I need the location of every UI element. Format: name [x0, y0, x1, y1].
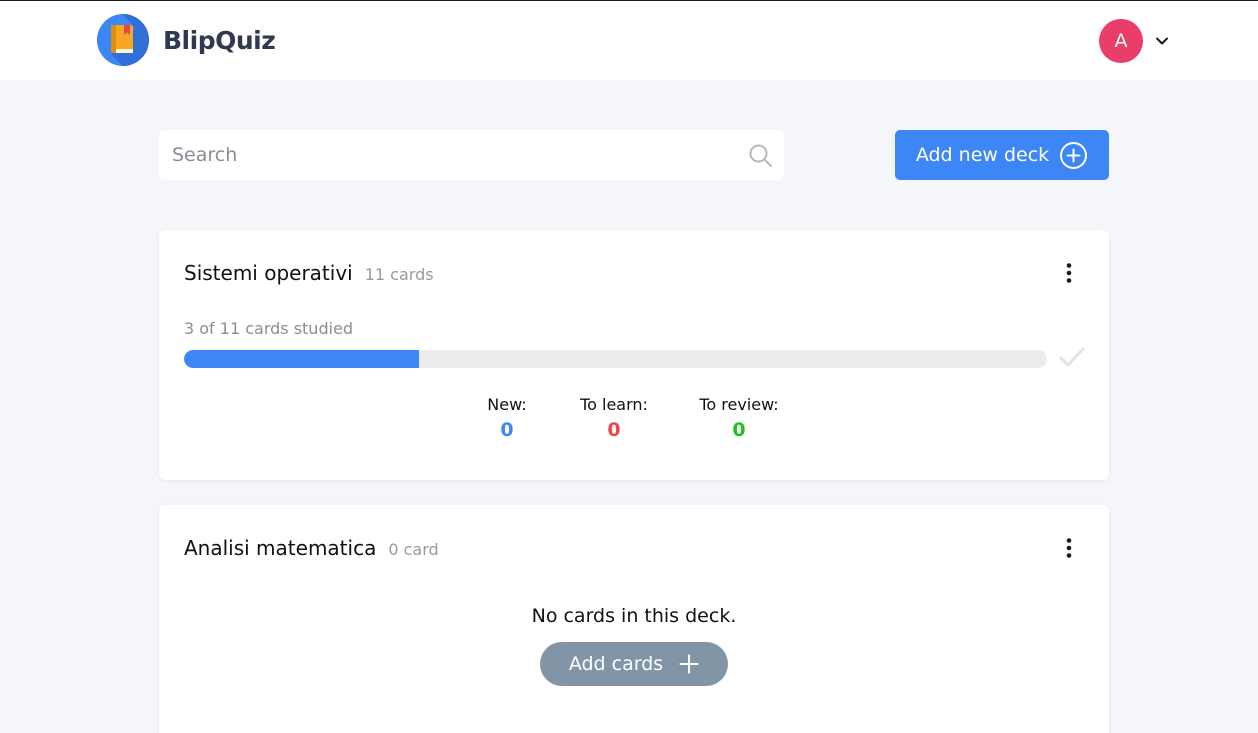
check-icon: [1059, 347, 1085, 367]
stat-to-learn-label: To learn:: [580, 395, 648, 414]
stat-to-review: To review: 0: [691, 395, 787, 441]
deck-card-count: 0 card: [388, 540, 439, 559]
chevron-down-icon[interactable]: [1155, 34, 1169, 48]
progress-fill: [184, 350, 420, 368]
avatar[interactable]: A: [1099, 19, 1143, 63]
deck-card[interactable]: Analisi matematica 0 card No cards in th…: [159, 505, 1109, 733]
progress-label: 3 of 11 cards studied: [184, 319, 354, 338]
stat-to-learn-value: 0: [607, 419, 621, 441]
add-new-deck-label: Add new deck: [915, 144, 1050, 166]
navbar: BlipQuiz A: [0, 1, 1258, 80]
deck-title[interactable]: Sistemi operativi 11 cards: [184, 261, 434, 285]
add-cards-label: Add cards: [568, 653, 664, 675]
brand[interactable]: BlipQuiz: [97, 14, 276, 66]
add-cards-button[interactable]: Add cards: [540, 642, 728, 686]
app-name: BlipQuiz: [163, 25, 276, 55]
deck-name: Sistemi operativi: [184, 261, 353, 285]
deck-card[interactable]: Sistemi operativi 11 cards 3 of 11 cards…: [159, 230, 1109, 480]
search-icon[interactable]: [748, 143, 773, 168]
plus-circle-icon: [1060, 141, 1088, 169]
stat-to-review-value: 0: [732, 419, 746, 441]
more-vertical-icon[interactable]: [1059, 537, 1079, 559]
stat-new-label: New:: [487, 395, 527, 414]
more-vertical-icon[interactable]: [1059, 262, 1079, 284]
deck-title[interactable]: Analisi matematica 0 card: [184, 536, 439, 560]
deck-name: Analisi matematica: [184, 536, 377, 560]
stat-to-review-label: To review:: [699, 395, 779, 414]
empty-deck-message: No cards in this deck.: [531, 605, 737, 627]
deck-card-count: 11 cards: [364, 265, 434, 284]
stat-new-value: 0: [500, 419, 514, 441]
user-menu[interactable]: A: [1099, 19, 1169, 63]
stat-new: New: 0: [477, 395, 537, 441]
progress-bar: [184, 350, 1047, 368]
search-box: [159, 130, 784, 180]
stat-to-learn: To learn: 0: [574, 395, 654, 441]
search-input[interactable]: [159, 130, 784, 180]
book-logo-icon: [97, 14, 149, 66]
plus-icon: [679, 654, 699, 674]
add-new-deck-button[interactable]: Add new deck: [895, 130, 1109, 180]
